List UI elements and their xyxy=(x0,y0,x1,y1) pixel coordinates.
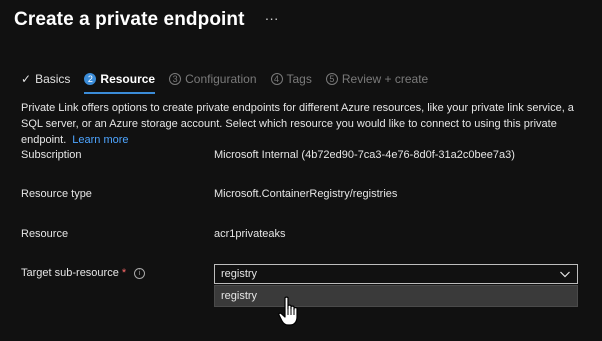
wizard-tabs: ✓ Basics 2 Resource 3 Configuration 4 Ta… xyxy=(21,72,442,94)
required-marker: * xyxy=(121,267,127,279)
hand-pointer-cursor-icon xyxy=(278,296,298,326)
tab-configuration-label: Configuration xyxy=(185,72,257,86)
more-options-button[interactable]: ··· xyxy=(265,10,279,26)
tab-review-create-label: Review + create xyxy=(341,72,429,86)
tab-tags-label: Tags xyxy=(286,72,312,86)
subscription-label: Subscription xyxy=(21,149,82,161)
resource-value: acr1privateaks xyxy=(214,228,286,240)
tab-basics-label: Basics xyxy=(35,72,71,86)
step-number-3: 3 xyxy=(169,73,182,85)
resource-label: Resource xyxy=(21,228,69,240)
dropdown-option-label: registry xyxy=(221,290,258,302)
tab-resource-label: Resource xyxy=(100,72,156,86)
info-icon[interactable]: i xyxy=(134,268,146,279)
tab-configuration[interactable]: 3 Configuration xyxy=(169,72,257,86)
step-number-2: 2 xyxy=(84,73,97,85)
tab-tags[interactable]: 4 Tags xyxy=(270,72,312,86)
target-sub-resource-dropdown[interactable]: registry xyxy=(214,264,578,284)
checkmark-icon: ✓ xyxy=(21,72,32,86)
chevron-down-icon xyxy=(560,271,570,278)
resource-type-value: Microsoft.ContainerRegistry/registries xyxy=(214,188,398,200)
resource-description: Private Link offers options to create pr… xyxy=(21,100,591,148)
page-header: Create a private endpoint ··· xyxy=(14,6,279,34)
page-title: Create a private endpoint xyxy=(14,9,245,30)
tab-basics[interactable]: ✓ Basics xyxy=(21,72,70,86)
target-sub-resource-field-label: Target sub-resource * i xyxy=(21,267,146,280)
step-number-5: 5 xyxy=(325,73,338,85)
dropdown-option-registry[interactable]: registry xyxy=(214,285,578,307)
dropdown-selected-value: registry xyxy=(221,268,258,280)
tab-review-create[interactable]: 5 Review + create xyxy=(325,72,429,86)
learn-more-link[interactable]: Learn more xyxy=(72,134,128,146)
resource-type-label: Resource type xyxy=(21,188,92,200)
target-sub-resource-label: Target sub-resource xyxy=(21,267,119,279)
tab-resource[interactable]: 2 Resource xyxy=(84,72,156,94)
subscription-value: Microsoft Internal (4b72ed90-7ca3-4e76-8… xyxy=(214,149,515,161)
step-number-4: 4 xyxy=(270,73,283,85)
